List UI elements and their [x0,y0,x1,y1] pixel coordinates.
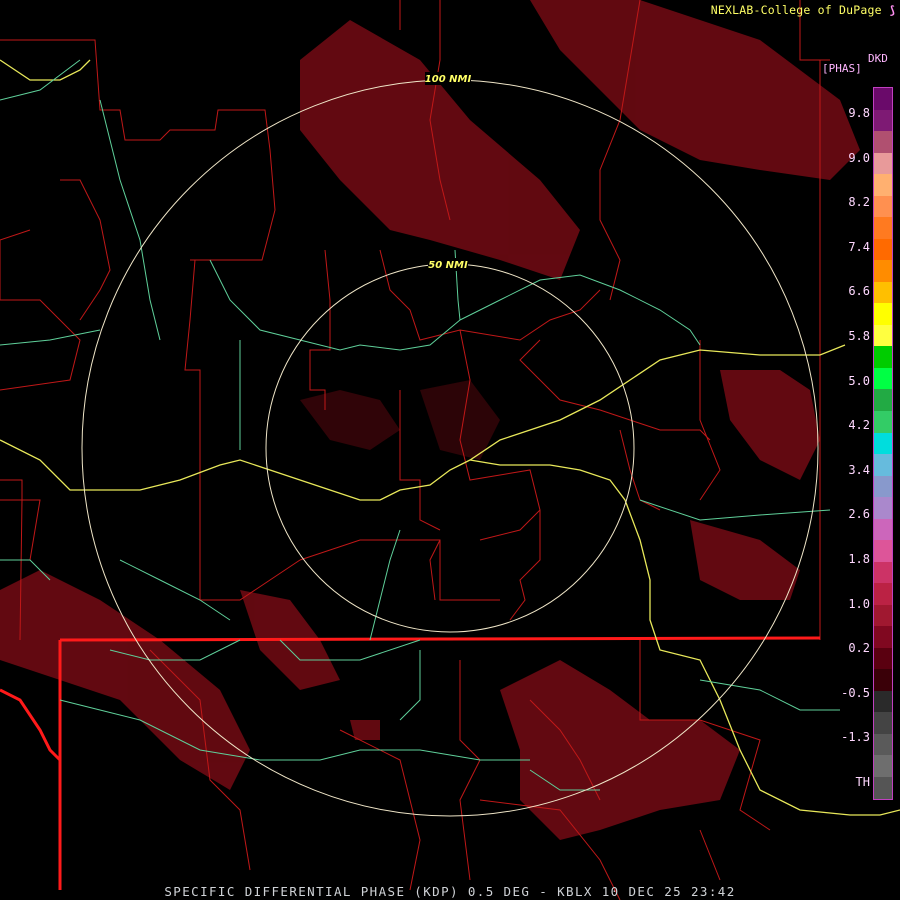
ring-label-100nmi: 100 NMI [425,74,472,85]
color-swatch [874,367,892,390]
color-swatch [874,690,892,713]
product-title: SPECIFIC DIFFERENTIAL PHASE (KDP) 0.5 DE… [164,884,736,899]
radar-map: 100 NMI 50 NMI [0,0,900,900]
scale-tick-label: 3.4 [848,462,870,477]
color-swatch [874,152,892,175]
scale-tick-label: 6.6 [848,284,870,299]
color-swatch [874,777,892,799]
scale-tick-label: 1.8 [848,552,870,566]
color-swatch [874,195,892,218]
color-swatch [874,626,892,648]
credit-text: NEXLAB-College of DuPage [710,3,882,17]
color-swatch [874,303,892,325]
color-swatch [874,647,892,670]
scale-tick-label: 9.0 [848,150,870,165]
color-swatch [874,604,892,627]
color-scale-bar [873,87,893,800]
color-swatch [874,217,892,239]
units-code: DKD [868,52,888,65]
scale-tick-label: TH [855,775,870,789]
color-swatch [874,540,892,562]
scale-tick-label: -1.3 [841,730,870,745]
scale-tick-label: 7.4 [848,239,870,254]
scale-tick-label: 0.2 [848,641,870,656]
color-swatch [874,109,892,132]
scale-tick-label: 8.2 [848,195,870,210]
color-swatch [874,324,892,347]
color-swatch [874,238,892,261]
scale-tick-label: 9.8 [848,106,870,120]
units-name: [PHAS] [822,62,862,75]
scale-tick-label: 2.6 [848,507,870,522]
color-swatch [874,389,892,411]
ring-label-50nmi: 50 NMI [428,260,468,271]
color-swatch [874,410,892,433]
color-swatch [874,669,892,691]
color-swatch [874,733,892,756]
color-swatch [874,475,892,498]
scale-tick-label: 4.2 [848,418,870,433]
scale-tick-label: 1.0 [848,596,870,611]
color-swatch [874,561,892,584]
color-swatch [874,497,892,519]
color-swatch [874,346,892,368]
color-swatch [874,583,892,605]
cod-logo-icon: ⟆ [888,3,896,17]
scale-tick-label: 5.8 [848,329,870,343]
credit-label: NEXLAB-College of DuPage ⟆ [711,3,896,17]
scale-tick-label: 5.0 [848,373,870,388]
color-swatch [874,131,892,153]
color-swatch [874,454,892,476]
color-swatch [874,712,892,734]
color-swatch [874,174,892,196]
color-swatch [874,88,892,110]
color-swatch [874,755,892,777]
scale-tick-label: -0.5 [841,685,870,700]
color-swatch [874,260,892,282]
color-swatch [874,518,892,541]
color-swatch [874,281,892,304]
color-swatch [874,432,892,455]
